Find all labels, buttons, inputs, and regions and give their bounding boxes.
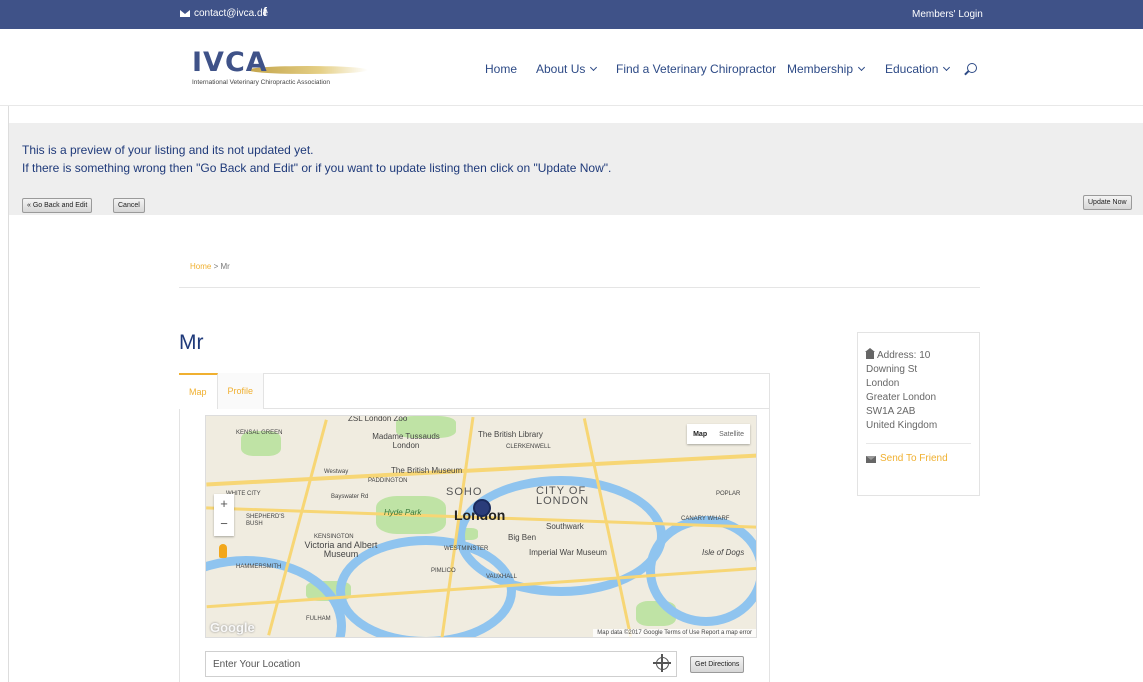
ivca-logo[interactable]: IVCA International Veterinary Chiropract… [192,47,382,91]
map-label-soho: SOHO [446,486,483,498]
update-now-button[interactable]: Update Now [1083,195,1132,210]
address-line: Greater London [866,392,937,403]
nav-home[interactable]: Home [485,62,517,76]
map-label-westway: Westway [324,469,349,475]
chevron-down-icon [590,63,598,72]
nav-education[interactable]: Education [885,62,951,76]
chevron-down-icon [857,63,866,72]
map-label-pimlico: PIMLICO [431,568,456,574]
map-label-vauxhall: VAUXHALL [486,574,517,580]
send-to-friend-link[interactable]: Send To Friend [866,452,971,466]
map-label-library: The British Library [478,430,543,439]
breadcrumb-current: Mr [220,262,230,271]
top-bar: contact@ivca.de f Members' Login [0,0,1143,29]
tabs-divider [263,408,770,409]
street-view-pegman-icon[interactable] [219,544,227,558]
map-label-poplar: POPLAR [716,491,741,497]
envelope-icon [866,455,876,463]
zoom-in-button[interactable]: + [214,494,234,514]
location-input[interactable]: Enter Your Location [205,651,677,677]
map-label-canary: CANARY WHARF [681,516,730,522]
address-line: SW1A 2AB [866,406,916,417]
search-icon[interactable] [967,63,977,73]
chevron-down-icon [943,63,951,72]
map-label-kensal: KENSAL GREEN [236,430,283,436]
tab-map[interactable]: Map [179,373,218,409]
map-label-war-museum: Imperial War Museum [529,548,607,557]
address-box: Address: 10 Downing St London Greater Lo… [857,332,980,496]
members-login-link[interactable]: Members' Login [912,9,983,20]
nav-find-chiropractor[interactable]: Find a Veterinary Chiropractor [616,62,776,76]
locate-me-icon[interactable] [653,654,671,672]
nav-about-us[interactable]: About Us [536,62,598,76]
listing-tabs: Map Profile [179,373,265,409]
address-heading: Address: 10 [865,348,971,363]
map-type-control: Map Satellite [687,424,750,444]
map-label-hammersmith: HAMMERSMITH [236,564,282,570]
location-input-placeholder: Enter Your Location [213,658,301,670]
address-line: United Kingdom [866,420,938,431]
address-divider [866,443,971,444]
map-label-hyde-park: Hyde Park [384,508,422,517]
zoom-out-button[interactable]: − [214,514,234,534]
map-label-zoo: ZSL London Zoo [348,415,408,423]
divider [179,287,980,288]
get-directions-button[interactable]: Get Directions [690,656,745,673]
breadcrumb: Home > Mr [190,262,230,271]
home-icon [865,348,875,359]
breadcrumb-home-link[interactable]: Home [190,262,211,271]
tab-profile[interactable]: Profile [217,373,265,409]
logo-letters: IVCA [192,47,268,78]
address-line: London [866,378,900,389]
envelope-icon [180,10,190,17]
contact-email-text: contact@ivca.de [194,8,269,19]
map-label-va: Victoria and Albert Museum [304,540,378,559]
map-label-paddington: PADDINGTON [368,478,408,484]
nav-membership[interactable]: Membership [787,62,866,76]
preview-notice-line1: This is a preview of your listing and it… [22,143,314,157]
map-label-fulham: FULHAM [306,616,331,622]
preview-notice-line2: If there is something wrong then "Go Bac… [22,161,612,175]
address-line: Downing St [866,364,918,375]
site-header: IVCA International Veterinary Chiropract… [0,29,1143,106]
map-attribution[interactable]: Map data ©2017 Google Terms of Use Repor… [593,629,756,637]
google-logo: Google [210,620,255,635]
go-back-edit-button[interactable]: « Go Back and Edit [22,198,93,213]
map-label-shepherds-bush: SHEPHERD'S BUSH [246,514,285,527]
send-to-friend-label: Send To Friend [880,453,948,464]
preview-banner: This is a preview of your listing and it… [9,123,1143,215]
cancel-button[interactable]: Cancel [113,198,145,213]
map-type-map-button[interactable]: Map [687,424,713,444]
map-zoom-control: + − [214,494,234,536]
map-road-a40 [206,453,756,487]
facebook-icon[interactable]: f [263,5,267,19]
map-label-bayswater: Bayswater Rd [331,494,369,500]
logo-tagline: International Veterinary Chiropractic As… [192,79,331,86]
address-label: Address: 10 [877,350,931,361]
map-label-isle-of-dogs: Isle of Dogs [702,548,745,557]
map-label-city: CITY OF LONDON [536,485,590,507]
nav-about-us-label: About Us [536,62,586,76]
page-title: Mr [179,331,204,354]
map-label-clerkenwell: CLERKENWELL [506,444,551,450]
page-left-border [0,29,9,682]
map-label-westminster: WESTMINSTER [444,546,489,552]
map-label-southwark: Southwark [546,522,584,531]
google-map[interactable]: ZSL London Zoo KENSAL GREEN Madame Tussa… [205,415,757,638]
nav-membership-label: Membership [787,62,854,76]
contact-email-link[interactable]: contact@ivca.de [180,8,268,19]
map-location-marker[interactable] [473,499,491,517]
map-label-tussauds: Madame Tussauds London [372,432,440,450]
map-label-big-ben: Big Ben [508,533,537,542]
map-label-british-museum: The British Museum [391,466,463,475]
nav-education-label: Education [885,62,939,76]
map-type-satellite-button[interactable]: Satellite [713,424,750,444]
